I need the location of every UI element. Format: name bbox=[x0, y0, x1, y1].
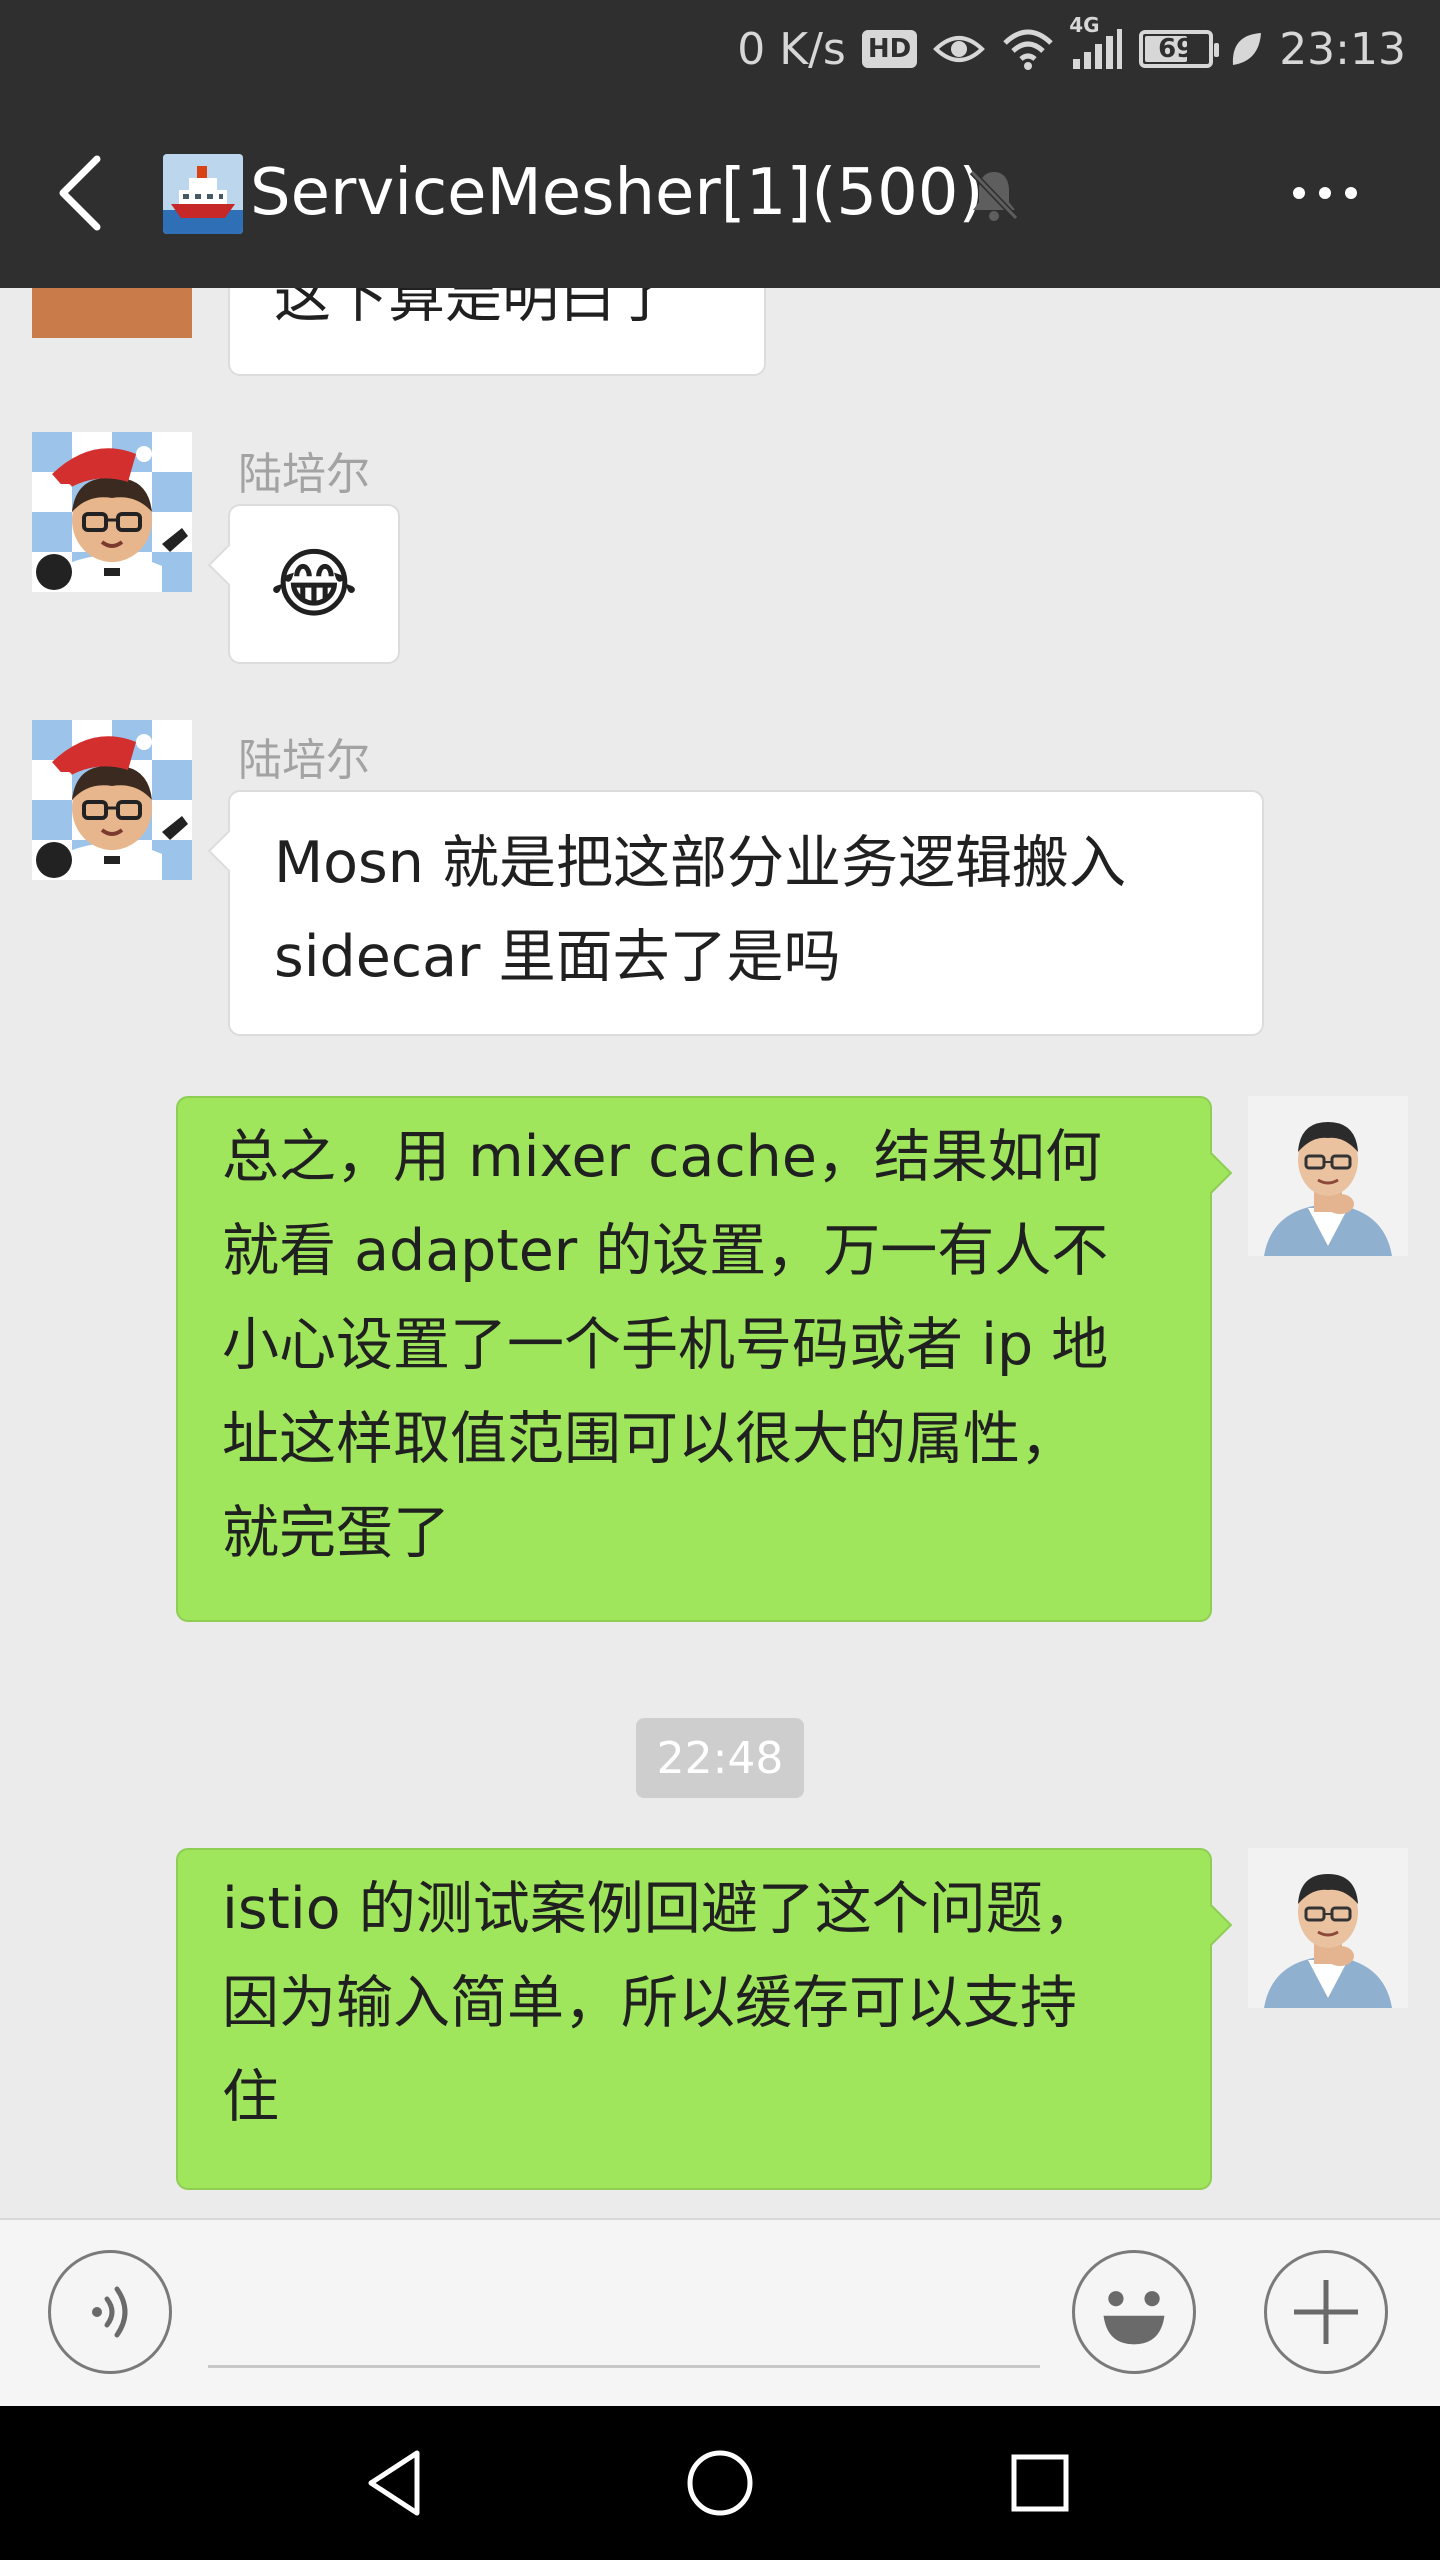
nav-home-button[interactable] bbox=[665, 2428, 775, 2538]
ship-icon bbox=[163, 154, 243, 234]
message-text: 这下算是明白了 bbox=[274, 288, 673, 330]
plus-icon bbox=[1294, 2280, 1358, 2344]
signal-type-label: 4G bbox=[1069, 13, 1100, 37]
dot bbox=[1293, 187, 1305, 199]
wifi-icon bbox=[1001, 27, 1055, 71]
message-line: Mosn 就是把这部分业务逻辑搬入 bbox=[274, 830, 1126, 896]
clock: 23:13 bbox=[1279, 23, 1406, 75]
chevron-left-icon bbox=[59, 155, 101, 231]
eye-icon bbox=[933, 29, 986, 69]
battery-icon: 69 bbox=[1139, 30, 1220, 68]
message-line: 住 bbox=[222, 2064, 279, 2130]
cartoon-avatar-icon bbox=[32, 720, 192, 880]
more-actions-button[interactable] bbox=[1264, 2250, 1388, 2374]
message-list[interactable]: 这下算是明白了 陆培尔 😂 陆培尔 Mosn 就是把这部分业务逻辑搬入 side… bbox=[0, 288, 1440, 2218]
status-bar: 0 K/s HD 4G 69 23:13 bbox=[0, 0, 1440, 98]
hd-icon: HD bbox=[861, 30, 918, 68]
message-bubble-sent[interactable]: istio 的测试案例回避了这个问题， 因为输入简单，所以缓存可以支持 住 bbox=[176, 1848, 1212, 2190]
wechat-chat-screen: 0 K/s HD 4G 69 23:13 ServiceMesher[1](50… bbox=[0, 0, 1440, 2560]
mute-bell-icon bbox=[964, 164, 1024, 224]
profile-photo-icon bbox=[1248, 1848, 1408, 2008]
more-options-button[interactable] bbox=[1280, 158, 1370, 228]
message-line: 就完蛋了 bbox=[222, 1500, 450, 1566]
timestamp-divider: 22:48 bbox=[636, 1718, 804, 1798]
dot bbox=[1345, 187, 1357, 199]
message-line: 因为输入简单，所以缓存可以支持 bbox=[222, 1970, 1077, 2036]
sender-name: 陆培尔 bbox=[238, 449, 370, 500]
voice-icon bbox=[92, 2286, 128, 2338]
group-avatar bbox=[163, 154, 243, 234]
sender-avatar[interactable] bbox=[32, 720, 192, 880]
message-bubble[interactable]: Mosn 就是把这部分业务逻辑搬入 sidecar 里面去了是吗 bbox=[228, 790, 1264, 1036]
my-avatar[interactable] bbox=[1248, 1096, 1408, 1256]
cell-signal-icon: 4G bbox=[1069, 13, 1123, 71]
input-bar bbox=[0, 2218, 1440, 2406]
message-line: sidecar 里面去了是吗 bbox=[274, 924, 841, 990]
leaf-icon bbox=[1229, 29, 1263, 69]
message-line: 总之，用 mixer cache，结果如何 bbox=[222, 1124, 1102, 1190]
nav-recents-button[interactable] bbox=[985, 2428, 1095, 2538]
my-avatar[interactable] bbox=[1248, 1848, 1408, 2008]
cartoon-avatar-icon bbox=[32, 432, 192, 592]
emoji-text: 😂 bbox=[269, 539, 359, 628]
nav-back-button[interactable] bbox=[342, 2428, 452, 2538]
sender-name: 陆培尔 bbox=[238, 735, 370, 786]
circle-home-icon bbox=[687, 2450, 753, 2516]
chat-title: ServiceMesher[1](500) bbox=[250, 156, 984, 230]
back-button[interactable] bbox=[40, 148, 120, 238]
message-bubble-partial[interactable]: 这下算是明白了 bbox=[228, 288, 766, 376]
message-bubble-emoji[interactable]: 😂 bbox=[228, 504, 400, 664]
dot bbox=[1319, 187, 1331, 199]
square-recents-icon bbox=[1011, 2454, 1069, 2512]
smiley-icon bbox=[1103, 2291, 1165, 2345]
triangle-back-icon bbox=[368, 2450, 420, 2516]
sender-avatar[interactable] bbox=[32, 432, 192, 592]
message-line: istio 的测试案例回避了这个问题， bbox=[222, 1876, 1100, 1942]
system-nav-bar bbox=[0, 2406, 1440, 2560]
message-line: 小心设置了一个手机号码或者 ip 地 bbox=[222, 1312, 1109, 1378]
profile-photo-icon bbox=[1248, 1096, 1408, 1256]
message-line: 址这样取值范围可以很大的属性， bbox=[222, 1406, 1077, 1472]
voice-input-button[interactable] bbox=[48, 2250, 172, 2374]
sender-avatar-partial[interactable] bbox=[32, 288, 192, 338]
message-line: 就看 adapter 的设置，万一有人不 bbox=[222, 1218, 1109, 1284]
chat-header: ServiceMesher[1](500) bbox=[0, 98, 1440, 288]
battery-level: 69 bbox=[1158, 34, 1195, 64]
emoji-button[interactable] bbox=[1072, 2250, 1196, 2374]
net-speed: 0 K/s bbox=[737, 23, 846, 75]
message-input[interactable] bbox=[208, 2244, 1040, 2368]
message-bubble-sent[interactable]: 总之，用 mixer cache，结果如何 就看 adapter 的设置，万一有… bbox=[176, 1096, 1212, 1622]
